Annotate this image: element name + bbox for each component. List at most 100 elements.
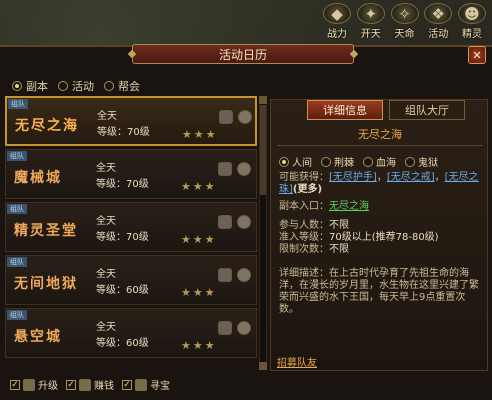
dungeon-time: 全天 [96,322,116,333]
description: 详细描述：在上古时代孕育了先祖生命的海洋，在漫长的岁月里，水生物在这里兴建了繁荣… [279,268,483,316]
armor-reward-icon [238,110,252,124]
activity-button[interactable]: ❖ 活动 [422,0,454,40]
reward-link[interactable]: [无尽之戒] [387,172,435,183]
reward-link[interactable]: [无尽护手] [329,172,377,183]
dungeon-name: 无间地狱 [14,276,78,292]
dungeon-card[interactable]: 组队 魔械城 全天 等级：70级 ★★★ [5,149,257,199]
checkbox-label: 寻宝 [150,381,170,392]
mode-ghost-prison[interactable]: 鬼狱 [405,154,438,169]
top-menu-bar: ◆ 战力 ✦ 开天 ✧ 天命 ❖ 活动 ☻ 精灵 [317,0,492,40]
filter-label: 副本 [26,80,48,93]
scroll-reward-icon [218,162,232,176]
filter-dungeon[interactable]: 副本 [12,78,48,94]
difficulty-modes: 人间 荆棘 血海 鬼狱 [279,154,438,169]
rewards-line: 可能获得：[无尽护手]，[无尽之戒]，[无尽之珠](更多) [279,172,479,195]
difficulty-stars: ★★★ [182,128,218,141]
bottom-filters: ✓ 升级 ✓ 赚钱 ✓ 寻宝 [10,377,170,392]
dungeon-card[interactable]: 组队 无尽之海 全天 等级：70级 ★★★ [5,96,257,146]
fate-button[interactable]: ✧ 天命 [389,0,421,40]
difficulty-stars: ★★★ [181,233,217,246]
detail-title: 无尽之海 [358,128,402,141]
difficulty-stars: ★★★ [181,180,217,193]
heaven-icon: ✦ [356,3,385,24]
mode-human[interactable]: 人间 [279,154,312,169]
kaitian-button[interactable]: ✦ 开天 [355,0,387,40]
level-req-row: 准入等级：70级以上(推荐78-80级) [279,232,439,244]
armor-reward-icon [237,215,251,229]
checkbox-earn-money[interactable]: ✓ 赚钱 [66,377,114,392]
filter-guild[interactable]: 帮会 [104,78,140,94]
desc-label: 详细描述： [279,268,329,279]
mode-label: 血海 [376,158,396,169]
dungeon-time: 全天 [96,163,116,174]
dungeon-time: 全天 [96,216,116,227]
participants-label: 参与人数： [279,220,329,231]
top-label: 天命 [394,29,415,40]
entry-label: 副本入口： [279,201,329,212]
scroll-down-arrow-icon[interactable] [259,362,267,370]
detail-tabs: 详细信息 组队大厅 [307,100,465,120]
money-icon [79,378,91,391]
checkbox-level-up[interactable]: ✓ 升级 [10,377,58,392]
dungeon-name: 无尽之海 [15,118,79,134]
radio-icon [279,156,289,167]
filter-label: 帮会 [118,80,140,93]
divider [277,145,483,146]
radio-icon [12,81,22,91]
dungeon-level: 等级：60级 [96,285,149,296]
combat-power-button[interactable]: ◆ 战力 [321,0,353,40]
checkbox-label: 赚钱 [94,381,114,392]
scroll-reward-icon [219,110,233,124]
limit-value: 不限 [329,244,349,255]
filter-activity[interactable]: 活动 [58,78,94,94]
activity-icon: ❖ [424,3,453,24]
mode-blood-sea[interactable]: 血海 [363,154,396,169]
rewards-label: 可能获得： [279,172,329,183]
checkbox-label: 升级 [38,381,58,392]
dungeon-card[interactable]: 组队 精灵圣堂 全天 等级：70级 ★★★ [5,202,257,252]
armor-reward-icon [237,268,251,282]
team-badge: 组队 [7,151,27,161]
detail-panel: 详细信息 组队大厅 无尽之海 人间 荆棘 血海 鬼狱 可能获得：[无尽护手]，[… [270,99,488,371]
dungeon-card[interactable]: 组队 无间地狱 全天 等级：60级 ★★★ [5,255,257,305]
top-label: 开天 [360,29,381,40]
more-rewards-link[interactable]: (更多) [293,184,322,195]
scroll-thumb[interactable] [260,105,266,195]
radio-icon [363,156,373,167]
recruit-link[interactable]: 招募队友 [277,354,317,369]
top-label: 活动 [428,29,449,40]
checkbox-icon: ✓ [10,379,20,390]
scroll-reward-icon [218,215,232,229]
checkbox-icon: ✓ [122,379,132,390]
spirit-button[interactable]: ☻ 精灵 [456,0,488,40]
team-badge: 组队 [7,257,27,267]
top-label: 战力 [327,29,347,40]
dungeon-name: 悬空城 [14,329,62,345]
close-button[interactable]: ✕ [468,46,486,64]
dungeon-level: 等级：70级 [96,232,149,243]
difficulty-stars: ★★★ [181,286,217,299]
dungeon-name: 精灵圣堂 [14,223,78,239]
radio-icon [58,81,68,91]
dungeon-list: 组队 无尽之海 全天 等级：70级 ★★★ 组队 魔械城 全天 等级：70级 ★… [5,96,257,370]
mode-label: 人间 [292,158,312,169]
dungeon-time: 全天 [97,111,117,122]
scroll-up-arrow-icon[interactable] [259,96,267,104]
tab-details[interactable]: 详细信息 [307,100,383,120]
mode-label: 荆棘 [334,158,354,169]
dungeon-level: 等级：70级 [96,179,149,190]
participants-value: 不限 [329,220,349,231]
requirements-block: 参与人数：不限 准入等级：70级以上(推荐78-80级) 限制次数：不限 [279,220,439,256]
mode-label: 鬼狱 [418,158,438,169]
list-scrollbar[interactable] [259,96,267,370]
entry-link[interactable]: 无尽之海 [329,201,369,212]
checkbox-treasure[interactable]: ✓ 寻宝 [122,377,170,392]
team-badge: 组队 [8,99,28,109]
mode-thorn[interactable]: 荆棘 [321,154,354,169]
team-badge: 组队 [7,310,27,320]
dungeon-name: 魔械城 [14,170,62,186]
top-label: 精灵 [462,29,482,40]
entry-line: 副本入口：无尽之海 [279,197,369,212]
dungeon-card[interactable]: 组队 悬空城 全天 等级：60级 ★★★ [5,308,257,358]
tab-team-hall[interactable]: 组队大厅 [389,100,465,120]
